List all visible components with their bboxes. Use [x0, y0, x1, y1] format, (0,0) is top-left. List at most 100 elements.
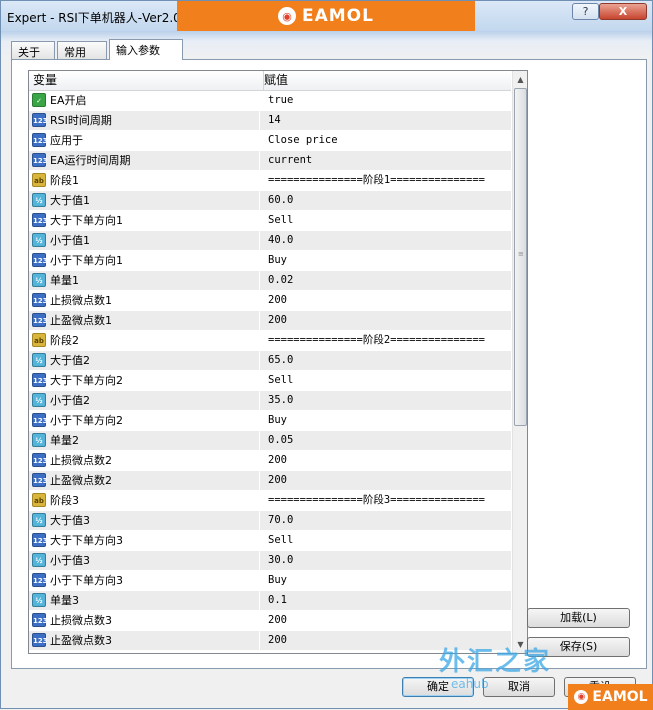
parameter-row[interactable]: ½ 小于值3 30.0: [29, 551, 511, 571]
string-param-icon: ab: [32, 333, 46, 347]
cancel-button[interactable]: 取消: [483, 677, 555, 697]
parameter-value[interactable]: 0.1: [260, 591, 511, 610]
parameter-value[interactable]: 200: [260, 611, 511, 630]
parameter-value[interactable]: Sell: [260, 371, 511, 390]
parameter-value[interactable]: 200: [260, 471, 511, 490]
parameter-row[interactable]: 123 RSI时间周期 14: [29, 111, 511, 131]
parameter-row[interactable]: ½ 大于值1 60.0: [29, 191, 511, 211]
parameter-name-cell: 123 RSI时间周期: [29, 111, 259, 130]
double-param-icon: ½: [32, 193, 46, 207]
parameter-name: 阶段2: [50, 334, 79, 347]
parameter-row[interactable]: 123 止损微点数1 200: [29, 291, 511, 311]
parameter-value[interactable]: ===============阶段2===============: [260, 331, 511, 350]
double-param-icon: ½: [32, 433, 46, 447]
parameter-row[interactable]: 123 小于下单方向2 Buy: [29, 411, 511, 431]
parameter-value[interactable]: 40.0: [260, 231, 511, 250]
parameter-row[interactable]: 123 大于下单方向2 Sell: [29, 371, 511, 391]
parameter-value[interactable]: Buy: [260, 571, 511, 590]
parameter-value[interactable]: 60.0: [260, 191, 511, 210]
parameter-value[interactable]: 0.02: [260, 271, 511, 290]
parameter-value[interactable]: ===============阶段1===============: [260, 171, 511, 190]
parameter-name: 大于值2: [50, 354, 90, 367]
parameter-value[interactable]: Close price: [260, 131, 511, 150]
int-param-icon: 123: [32, 253, 48, 267]
parameter-row[interactable]: ✓ EA开启 true: [29, 91, 511, 111]
tab-inputs[interactable]: 输入参数: [109, 39, 183, 60]
parameter-value[interactable]: Buy: [260, 411, 511, 430]
parameter-value[interactable]: 30.0: [260, 551, 511, 570]
parameter-name: 止盈微点数2: [50, 474, 112, 487]
int-param-icon: 123: [32, 633, 48, 647]
tab-common[interactable]: 常用: [57, 41, 107, 59]
parameter-row[interactable]: ½ 单量3 0.1: [29, 591, 511, 611]
parameter-row[interactable]: 123 大于下单方向3 Sell: [29, 531, 511, 551]
close-button[interactable]: X: [599, 3, 647, 20]
parameter-value[interactable]: Sell: [260, 531, 511, 550]
parameter-row[interactable]: ½ 单量2 0.05: [29, 431, 511, 451]
load-button[interactable]: 加载(L): [527, 608, 630, 628]
parameter-name: 小于下单方向3: [50, 574, 123, 587]
help-button[interactable]: ?: [572, 3, 599, 20]
parameter-row[interactable]: 123 止盈微点数2 200: [29, 471, 511, 491]
parameter-name: 应用于: [50, 134, 83, 147]
parameter-row[interactable]: ½ 小于值2 35.0: [29, 391, 511, 411]
double-param-icon: ½: [32, 513, 46, 527]
scrollbar-thumb[interactable]: ≡: [514, 88, 527, 426]
parameter-row[interactable]: 123 止盈微点数1 200: [29, 311, 511, 331]
grid-header: 变量 赋值: [29, 71, 511, 91]
parameter-value[interactable]: 0.05: [260, 431, 511, 450]
inputs-panel: 变量 赋值 ✓ EA开启 true 123 RSI时间周期 14 123 应用于 Close p…: [11, 59, 647, 669]
parameter-row[interactable]: 123 EA运行时间周期 current: [29, 151, 511, 171]
parameter-row[interactable]: ab 阶段1 ===============阶段1===============: [29, 171, 511, 191]
eamol-logo-text: EAMOL: [302, 6, 374, 26]
parameter-name: 小于值3: [50, 554, 90, 567]
title-bar[interactable]: Expert - RSI下单机器人-Ver2.0 ◉ EAMOL ? X: [1, 1, 652, 31]
parameter-value[interactable]: Sell: [260, 211, 511, 230]
parameter-value[interactable]: 70.0: [260, 511, 511, 530]
vertical-scrollbar[interactable]: ▲ ≡ ▼: [512, 71, 527, 653]
parameter-name-cell: 123 止损微点数2: [29, 451, 259, 470]
parameter-name: 大于值3: [50, 514, 90, 527]
parameter-name-cell: ab 阶段1: [29, 171, 259, 190]
parameter-rows: ✓ EA开启 true 123 RSI时间周期 14 123 应用于 Close price 12…: [29, 91, 511, 651]
parameter-value[interactable]: 35.0: [260, 391, 511, 410]
int-param-icon: 123: [32, 213, 48, 227]
parameter-row[interactable]: 123 小于下单方向3 Buy: [29, 571, 511, 591]
parameter-value[interactable]: 200: [260, 311, 511, 330]
int-param-icon: 123: [32, 373, 48, 387]
parameter-value[interactable]: 200: [260, 291, 511, 310]
parameter-row[interactable]: ½ 大于值2 65.0: [29, 351, 511, 371]
parameter-name: 小于下单方向1: [50, 254, 123, 267]
parameter-row[interactable]: 123 大于下单方向1 Sell: [29, 211, 511, 231]
parameter-row[interactable]: ab 阶段2 ===============阶段2===============: [29, 331, 511, 351]
parameter-row[interactable]: 123 应用于 Close price: [29, 131, 511, 151]
int-param-icon: 123: [32, 313, 48, 327]
parameter-value[interactable]: current: [260, 151, 511, 170]
column-header-value[interactable]: 赋值: [260, 71, 514, 90]
parameter-value[interactable]: true: [260, 91, 511, 110]
tab-about[interactable]: 关于: [11, 41, 55, 59]
parameter-row[interactable]: ½ 单量1 0.02: [29, 271, 511, 291]
parameter-value[interactable]: 65.0: [260, 351, 511, 370]
parameter-value[interactable]: Buy: [260, 251, 511, 270]
double-param-icon: ½: [32, 353, 46, 367]
parameter-value[interactable]: 200: [260, 451, 511, 470]
parameter-value[interactable]: 14: [260, 111, 511, 130]
double-param-icon: ½: [32, 593, 46, 607]
double-param-icon: ½: [32, 233, 46, 247]
parameter-row[interactable]: ab 阶段3 ===============阶段3===============: [29, 491, 511, 511]
watermark-site: eahub: [451, 677, 489, 691]
parameter-row[interactable]: ½ 大于值3 70.0: [29, 511, 511, 531]
parameter-name-cell: 123 EA运行时间周期: [29, 151, 259, 170]
parameter-value[interactable]: ===============阶段3===============: [260, 491, 511, 510]
column-header-variable[interactable]: 变量: [29, 71, 264, 90]
parameter-name-cell: ab 阶段2: [29, 331, 259, 350]
parameter-row[interactable]: 123 止损微点数3 200: [29, 611, 511, 631]
int-param-icon: 123: [32, 533, 48, 547]
parameter-row[interactable]: ½ 小于值1 40.0: [29, 231, 511, 251]
parameter-name: 单量2: [50, 434, 79, 447]
scroll-up-arrow-icon[interactable]: ▲: [514, 72, 527, 87]
parameter-name-cell: 123 止盈微点数2: [29, 471, 259, 490]
parameter-row[interactable]: 123 止损微点数2 200: [29, 451, 511, 471]
parameter-row[interactable]: 123 小于下单方向1 Buy: [29, 251, 511, 271]
